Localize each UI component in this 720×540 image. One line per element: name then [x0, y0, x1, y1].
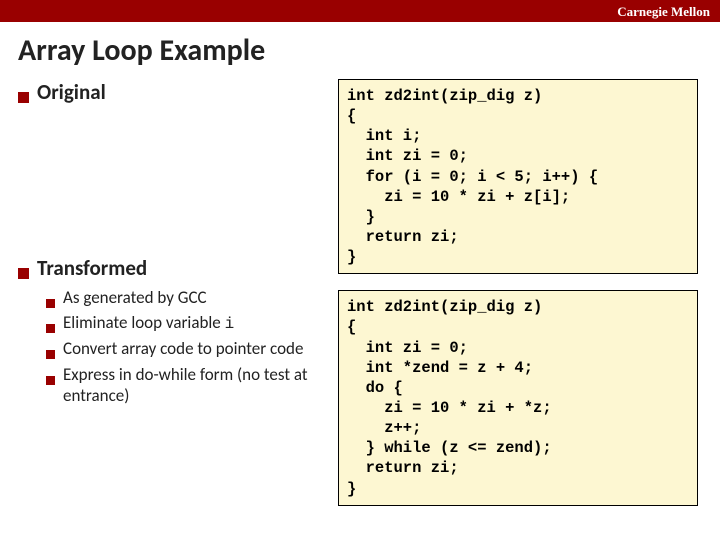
list-item: Express in do-while form (no test at ent… [18, 364, 328, 407]
square-bullet-icon [46, 324, 55, 333]
heading-transformed: Transformed [37, 255, 147, 281]
code-original: int zd2int(zip_dig z) { int i; int zi = … [338, 79, 698, 274]
heading-original: Original [37, 79, 106, 105]
list-text: As generated by GCC [63, 287, 207, 308]
slide-title: Array Loop Example [0, 22, 720, 79]
code-transformed: int zd2int(zip_dig z) { int zi = 0; int … [338, 290, 698, 505]
list-text: Eliminate loop variable i [63, 312, 234, 334]
list-item: As generated by GCC [18, 287, 328, 308]
list-text: Convert array code to pointer code [63, 338, 303, 359]
square-bullet-icon [46, 376, 55, 385]
brand-text: Carnegie Mellon [617, 4, 710, 19]
content-area: Original Transformed As generated by GCC… [0, 79, 720, 522]
list-item: Convert array code to pointer code [18, 338, 328, 359]
square-bullet-icon [18, 268, 29, 279]
section-original: Original [18, 79, 328, 105]
right-column: int zd2int(zip_dig z) { int i; int zi = … [338, 79, 698, 522]
square-bullet-icon [46, 350, 55, 359]
left-column: Original Transformed As generated by GCC… [18, 79, 338, 522]
section-transformed: Transformed As generated by GCC Eliminat… [18, 255, 328, 406]
list-text: Express in do-while form (no test at ent… [63, 364, 328, 407]
list-item: Eliminate loop variable i [18, 312, 328, 334]
square-bullet-icon [46, 299, 55, 308]
square-bullet-icon [18, 92, 29, 103]
brand-bar: Carnegie Mellon [0, 0, 720, 22]
